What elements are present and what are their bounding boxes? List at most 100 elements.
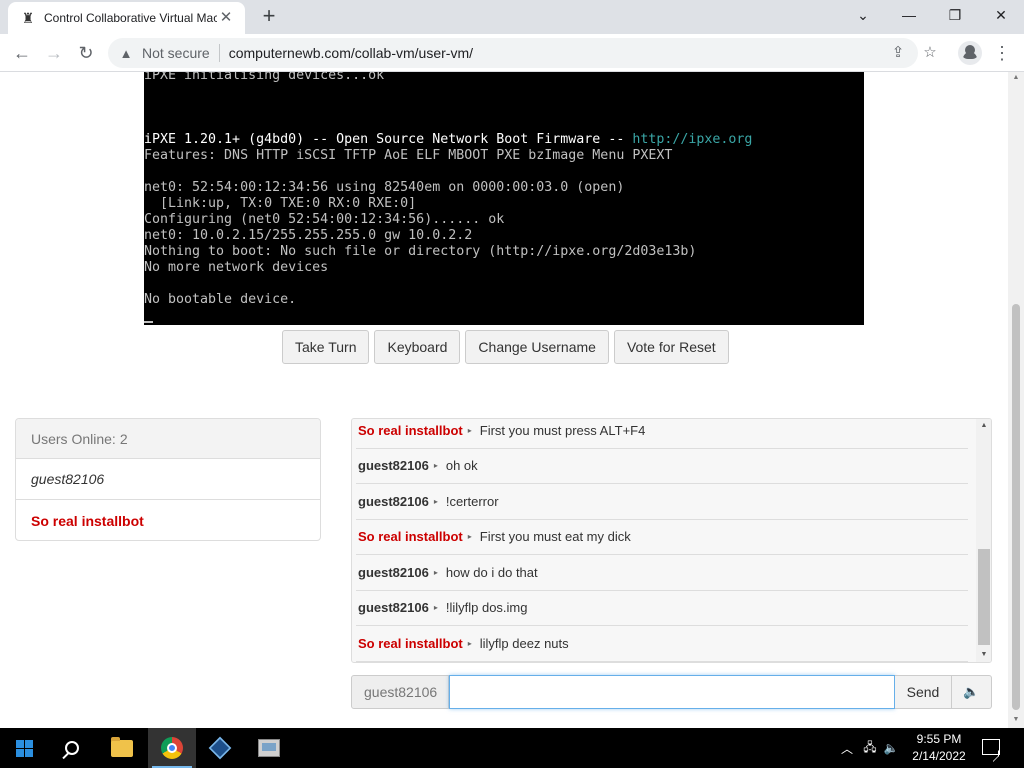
chat-message-text: how do i do that: [445, 564, 538, 580]
page-scrollbar[interactable]: ▲ ▼: [1008, 72, 1024, 728]
send-button[interactable]: Send: [895, 675, 952, 709]
tab-search-icon[interactable]: ⌄: [840, 4, 886, 26]
users-online-label: Users Online:: [31, 430, 116, 447]
chat-message: guest82106 ▸ !certerror: [356, 484, 968, 520]
console-line: Nothing to boot: No such file or directo…: [144, 244, 697, 259]
menu-icon[interactable]: ⋮: [992, 41, 1012, 65]
chrome-icon[interactable]: [148, 728, 196, 768]
chat-message-username[interactable]: So real installbot: [358, 636, 463, 651]
scroll-down-icon[interactable]: ▼: [980, 651, 988, 658]
scroll-down-icon[interactable]: ▼: [1012, 716, 1020, 723]
network-icon[interactable]: 🖧: [860, 728, 880, 768]
console-line: No more network devices: [144, 260, 329, 275]
chat-message: So real installbot ▸ lilyflp deez nuts: [356, 626, 968, 662]
chat-message-username[interactable]: So real installbot: [358, 529, 463, 544]
message-arrow-icon: ▸: [433, 461, 438, 471]
vm-console-text: iPXE initialising devices...ok iPXE 1.20.…: [144, 72, 864, 324]
app-icon[interactable]: [245, 728, 293, 768]
console-line: net0: 52:54:00:12:34:56 using 82540em on…: [144, 180, 625, 195]
take-turn-button[interactable]: Take Turn: [282, 330, 370, 364]
omnibox-divider: [218, 44, 220, 62]
forward-icon[interactable]: →: [42, 41, 66, 65]
chat-message-text: oh ok: [445, 458, 478, 474]
warning-icon[interactable]: ▲: [118, 46, 134, 61]
tab-title: Control Collaborative Virtual Machine: [44, 11, 217, 25]
chat-input-row: guest82106 Send 🔈: [351, 675, 992, 709]
vote-reset-button[interactable]: Vote for Reset: [613, 330, 729, 364]
users-online-header: Users Online: 2: [16, 419, 320, 459]
volume-icon[interactable]: 🔈: [882, 728, 900, 768]
chat-message-list: So real installbot ▸ First you must press …: [352, 419, 972, 662]
back-icon[interactable]: ←: [10, 41, 34, 65]
users-online-count: 2: [119, 430, 128, 447]
close-window-button[interactable]: ✕: [978, 4, 1024, 26]
chat-panel: So real installbot ▸ First you must press …: [351, 418, 992, 663]
message-arrow-icon: ▸: [467, 425, 472, 435]
user-list-item[interactable]: guest82106: [16, 459, 320, 500]
chat-message-text: First you must eat my dick: [479, 529, 631, 545]
browser-tab[interactable]: ♜ Control Collaborative Virtual Machine …: [8, 2, 245, 34]
collabvm-favicon-icon: ♜: [21, 10, 35, 26]
chat-username-label: guest82106: [351, 675, 449, 709]
users-online-panel: Users Online: 2 guest82106 So real insta…: [15, 418, 321, 541]
console-line: Features: DNS HTTP iSCSI TFTP AoE ELF MB…: [144, 148, 673, 163]
chat-message-username[interactable]: guest82106: [358, 600, 429, 615]
page-scroll-thumb[interactable]: [1012, 304, 1020, 710]
chat-message: So real installbot ▸ First you must press …: [356, 419, 968, 449]
chat-message-text: lilyflp deez nuts: [479, 635, 569, 651]
user-list-item[interactable]: So real installbot: [16, 500, 320, 540]
new-tab-button[interactable]: +: [258, 5, 280, 28]
restore-button[interactable]: ❐: [932, 4, 978, 26]
vm-display[interactable]: iPXE initialising devices...ok iPXE 1.20.…: [144, 72, 864, 325]
console-line-text: iPXE 1.20.1+ (g4bd0) -- Open Source Netw…: [144, 132, 633, 147]
windows-taskbar: ︿ 🖧 🔈 9:55 PM 2/14/2022: [0, 728, 1024, 768]
console-line: [Link:up, TX:0 TXE:0 RX:0 RXE:0]: [144, 196, 417, 211]
chat-scroll-thumb[interactable]: [978, 549, 990, 645]
profile-icon[interactable]: [958, 41, 982, 65]
chat-message-text: First you must press ALT+F4: [479, 422, 646, 438]
virtualbox-icon[interactable]: [196, 728, 244, 768]
clock-time: 9:55 PM: [916, 732, 962, 746]
console-line: Configuring (net0 52:54:00:12:34:56)....…: [144, 212, 505, 227]
message-arrow-icon: ▸: [433, 567, 438, 577]
chat-message-username[interactable]: So real installbot: [358, 423, 463, 438]
message-arrow-icon: ▸: [433, 496, 438, 506]
security-label[interactable]: Not secure: [142, 45, 210, 61]
share-icon[interactable]: ⇪: [886, 41, 910, 65]
notification-icon[interactable]: [982, 739, 1000, 755]
chat-message: So real installbot ▸ First you must eat my…: [356, 520, 968, 555]
file-explorer-icon[interactable]: [98, 728, 146, 768]
message-arrow-icon: ▸: [433, 603, 438, 613]
search-icon[interactable]: [48, 728, 96, 768]
chat-message-username[interactable]: guest82106: [358, 565, 429, 580]
scroll-up-icon[interactable]: ▲: [1012, 74, 1020, 81]
chat-scrollbar[interactable]: ▲ ▼: [976, 419, 991, 662]
speaker-icon[interactable]: 🔈: [952, 675, 992, 709]
taskbar-clock[interactable]: 9:55 PM 2/14/2022: [900, 731, 978, 765]
chat-message-text: !certerror: [445, 493, 499, 509]
console-line: No bootable device.: [144, 292, 297, 307]
reload-icon[interactable]: ↻: [74, 41, 98, 65]
chat-message-username[interactable]: guest82106: [358, 494, 429, 509]
chat-input[interactable]: [449, 675, 895, 709]
star-icon[interactable]: ☆: [918, 41, 942, 65]
start-icon[interactable]: [0, 728, 48, 768]
scroll-up-icon[interactable]: ▲: [980, 422, 988, 429]
address-bar[interactable]: ▲ Not secure computernewb.com/collab-vm/…: [108, 38, 937, 68]
minimize-button[interactable]: —: [886, 4, 932, 26]
console-cursor: [144, 321, 153, 323]
url-text[interactable]: computernewb.com/collab-vm/user-vm/: [229, 45, 473, 61]
console-line: iPXE initialising devices...ok: [144, 72, 385, 83]
keyboard-button[interactable]: Keyboard: [374, 330, 461, 364]
tray-chevron-icon[interactable]: ︿: [838, 728, 856, 768]
tab-close-icon[interactable]: ✕: [217, 9, 235, 27]
message-arrow-icon: ▸: [467, 532, 472, 542]
change-username-button[interactable]: Change Username: [465, 330, 609, 364]
clock-date: 2/14/2022: [912, 749, 966, 763]
chat-message-username[interactable]: guest82106: [358, 458, 429, 473]
